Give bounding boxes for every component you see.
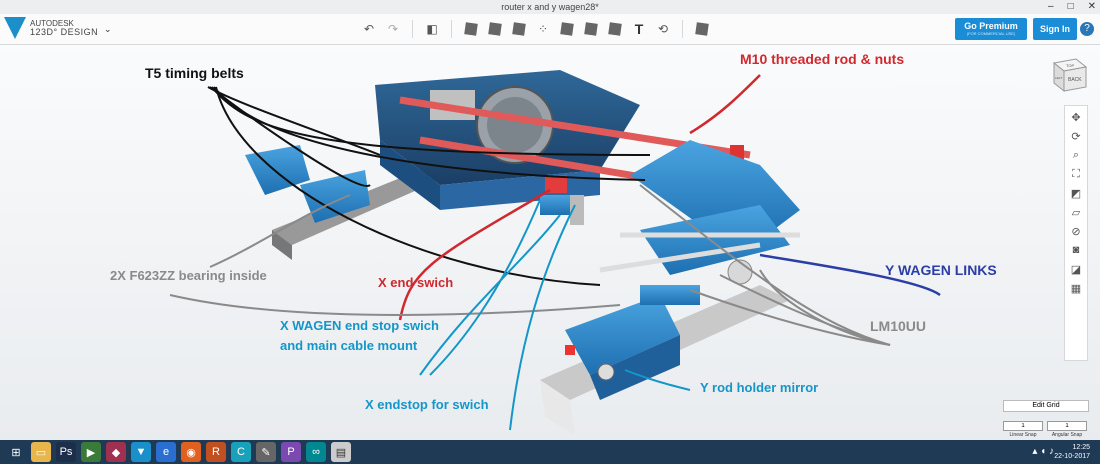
pan-icon[interactable]: ✥ [1069,110,1083,124]
firefox-icon[interactable]: ◉ [181,442,201,462]
angular-snap-input[interactable] [1047,421,1087,431]
autodesk-logo-icon [4,17,26,39]
close-icon[interactable]: ✕ [1088,0,1096,14]
label-x-wagen-2: and main cable mount [280,338,418,353]
photoshop-icon[interactable]: Ps [56,442,76,462]
orbit-icon[interactable]: ⟳ [1069,129,1083,143]
p-app-icon[interactable]: P [281,442,301,462]
maximize-icon[interactable]: □ [1068,0,1074,14]
r-app-icon[interactable]: R [206,442,226,462]
label-x-wagen-1: X WAGEN end stop swich [280,318,439,333]
snap-icon[interactable]: ⟲ [654,20,672,38]
ie-icon[interactable]: e [156,442,176,462]
text-icon[interactable]: T [630,20,648,38]
viewcube-top: TOP [1066,63,1074,68]
label-y-rod-holder: Y rod holder mirror [700,380,819,395]
3d-viewport[interactable]: T5 timing belts M10 threaded rod & nuts … [0,45,1100,440]
grid-toggle-icon[interactable]: ▦ [1069,281,1083,295]
notepad-icon[interactable]: ▤ [331,442,351,462]
label-m10-rod: M10 threaded rod & nuts [740,51,905,67]
viewcube-back: BACK [1068,77,1082,83]
material-view-icon[interactable]: ◪ [1069,262,1083,276]
sketch-icon[interactable] [464,22,478,36]
edit-grid-button[interactable]: Edit Grid [1003,400,1089,412]
combine-icon[interactable] [584,22,598,36]
perspective-icon[interactable]: ▱ [1069,205,1083,219]
edit-grid-panel: Edit Grid Linear Snap Angular Snap [1003,400,1089,438]
material-icon[interactable] [695,22,709,36]
label-t5-belts: T5 timing belts [145,65,244,81]
media-icon[interactable]: ▶ [81,442,101,462]
linear-snap-label: Linear Snap [1009,432,1037,438]
camera-icon[interactable]: ◙ [1069,243,1083,257]
view-cube-icon[interactable]: ◩ [1069,186,1083,200]
sign-in-button[interactable]: Sign In [1033,18,1077,40]
app-logo[interactable]: AUTODESK 123D° DESIGN [4,17,98,39]
label-y-wagen-links: Y WAGEN LINKS [885,262,997,278]
label-x-end-switch: X end swich [378,275,454,290]
go-premium-button[interactable]: Go Premium (FOR COMMERCIAL USE) [955,18,1027,40]
viewcube-left: LEFT [1055,76,1063,80]
clock[interactable]: 12:25 22-10-2017 [1054,443,1090,461]
zoom-icon[interactable]: ⌕ [1069,148,1083,162]
tool-icon[interactable]: ✎ [256,442,276,462]
navigation-bar: ✥ ⟳ ⌕ ⛶ ◩ ▱ ⊘ ◙ ◪ ▦ [1064,105,1088,361]
chevron-down-icon[interactable]: ⌄ [104,24,112,35]
model-canvas [169,70,941,435]
label-x-endstop: X endstop for swich [365,397,489,412]
label-bearing: 2X F623ZZ bearing inside [110,268,267,283]
primitive-icon[interactable]: ◧ [423,20,441,38]
product-name: 123D° DESIGN [30,27,99,37]
window-title: router x and y wagen28* [501,2,599,12]
label-lm10uu: LM10UU [870,318,927,334]
x-end-leader [398,188,551,321]
window-controls: – □ ✕ [1048,0,1096,14]
fit-icon[interactable]: ⛶ [1069,167,1083,181]
c-app-icon[interactable]: C [231,442,251,462]
measure-icon[interactable] [608,22,622,36]
title-bar: router x and y wagen28* – □ ✕ [0,0,1100,14]
start-icon[interactable]: ⊞ [6,442,26,462]
group-icon[interactable] [560,22,574,36]
pattern-icon[interactable]: ⁘ [534,20,552,38]
construct-icon[interactable] [488,22,502,36]
windows-taskbar: ⊞ ▭ Ps ▶ ◆ ▼ e ◉ R C ✎ P ∞ ▤ ▴ ◖ ♪ 12:25… [0,440,1100,464]
minimize-icon[interactable]: – [1048,0,1054,14]
linear-snap-input[interactable] [1003,421,1043,431]
tool-strip: ↶ ↷ ◧ ⁘ T ⟲ [360,20,711,38]
m10-leader [689,74,761,135]
main-toolbar: AUTODESK 123D° DESIGN ⌄ ↶ ↷ ◧ ⁘ T ⟲ Go P… [0,14,1100,45]
system-tray[interactable]: ▴ ◖ ♪ [1032,446,1054,457]
help-icon[interactable]: ? [1080,22,1094,36]
hide-icon[interactable]: ⊘ [1069,224,1083,238]
view-cube[interactable]: TOP BACK LEFT [1046,57,1090,93]
redo-icon[interactable]: ↷ [384,20,402,38]
app-icon[interactable]: ◆ [106,442,126,462]
undo-icon[interactable]: ↶ [360,20,378,38]
arduino-icon[interactable]: ∞ [306,442,326,462]
angular-snap-label: Angular Snap [1051,432,1083,438]
123d-icon[interactable]: ▼ [131,442,151,462]
explorer-icon[interactable]: ▭ [31,442,51,462]
modify-icon[interactable] [512,22,526,36]
